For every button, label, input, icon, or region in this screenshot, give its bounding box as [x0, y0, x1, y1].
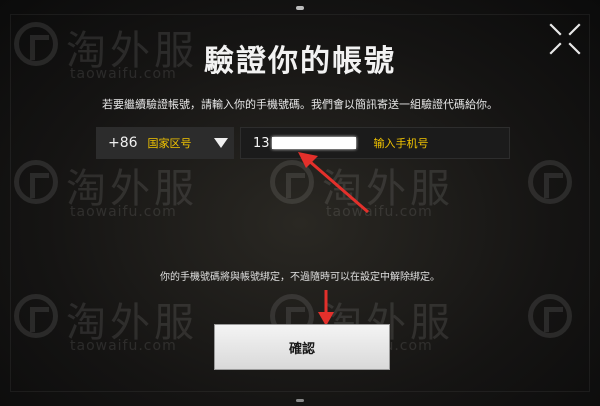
- phone-number-value: 13: [253, 135, 270, 151]
- top-indicator: [296, 6, 304, 10]
- confirm-button[interactable]: 確認: [214, 324, 390, 370]
- country-code-annotation: 国家区号: [147, 137, 192, 150]
- annotation-arrow-icon: [318, 290, 334, 326]
- country-code: +86: [108, 135, 138, 151]
- dialog-subtitle: 若要繼續驗證帳號，請輸入你的手機號碼。我們會以簡訊寄送一組驗證代碼給你。: [102, 98, 498, 111]
- country-code-selector[interactable]: +86 国家区号: [96, 127, 234, 159]
- bottom-indicator: [296, 399, 304, 402]
- redacted-number: [271, 137, 356, 149]
- triangle-down-icon: [214, 138, 228, 148]
- game-screen: 淘外服 taowaifu.com 淘外服 taowaifu.com 淘外服 ta…: [0, 0, 600, 406]
- close-icon: [549, 23, 581, 55]
- binding-note: 你的手機號碼將與帳號綁定，不過隨時可以在設定中解除綁定。: [160, 272, 440, 283]
- close-button[interactable]: [548, 22, 582, 56]
- phone-input-annotation: 输入手机号: [373, 137, 429, 150]
- annotation-arrow-icon: [298, 152, 369, 214]
- dialog-title: 驗證你的帳號: [204, 44, 396, 79]
